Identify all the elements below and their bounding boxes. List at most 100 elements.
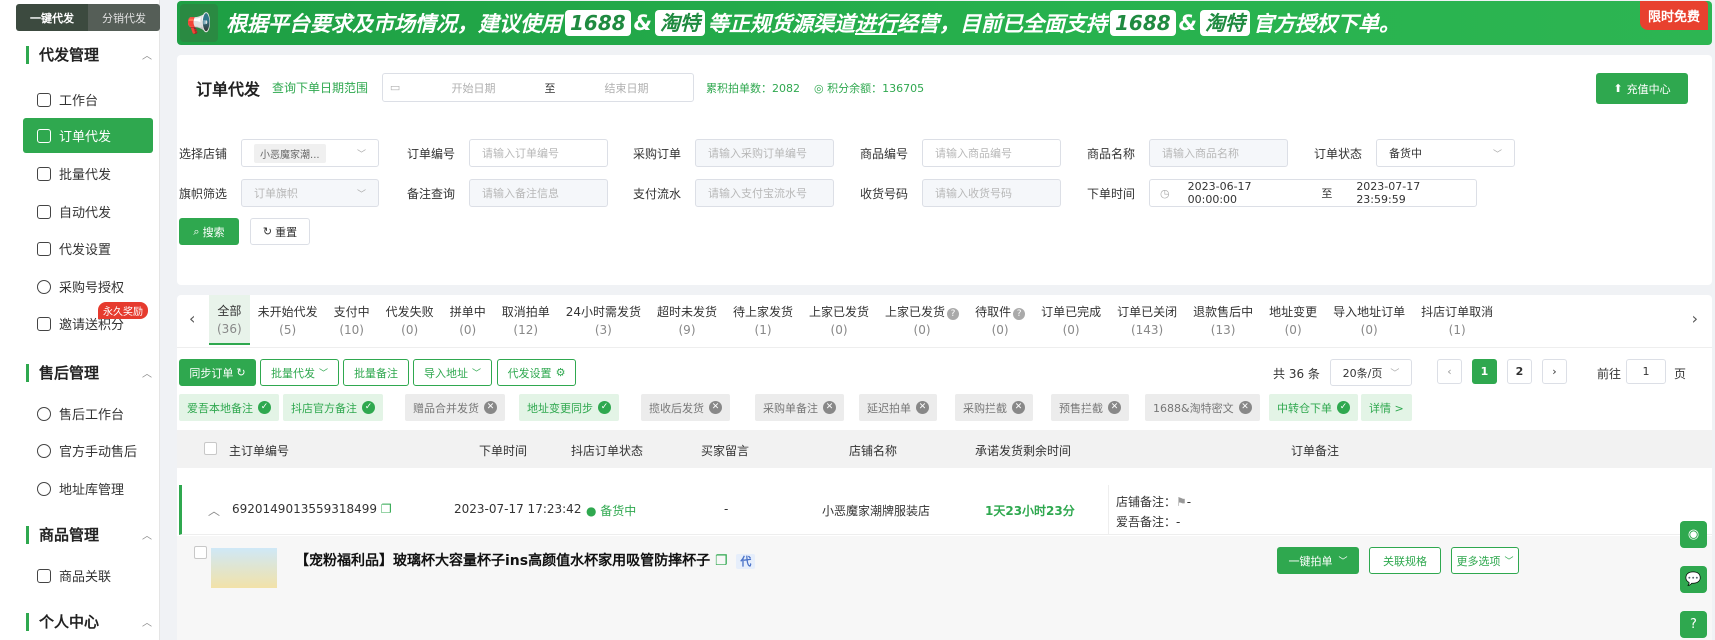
sidebar-item-purchase-auth[interactable]: 采购号授权 bbox=[23, 269, 153, 304]
page-2-button[interactable]: 2 bbox=[1507, 359, 1532, 384]
import-address-button[interactable]: 导入地址 ﹀ bbox=[413, 359, 492, 386]
sidebar-item-order-fulfill[interactable]: 订单代发 bbox=[23, 118, 153, 153]
section-after-sale[interactable]: 售后管理 ︿ bbox=[26, 362, 152, 383]
date-range-picker[interactable]: ▭ 开始日期 至 结束日期 bbox=[382, 73, 695, 102]
filter-chip[interactable]: 揽收后发货 ✕ bbox=[641, 394, 730, 421]
sync-orders-button[interactable]: 同步订单 ↻ bbox=[179, 359, 256, 386]
tab-3[interactable]: 代发失败 (0) bbox=[378, 295, 442, 345]
tab-9[interactable]: 上家已发货 (0) bbox=[801, 295, 877, 345]
product-image[interactable] bbox=[211, 548, 277, 588]
tag-1688: 1688 bbox=[1110, 10, 1176, 36]
prev-page-button[interactable]: ‹ bbox=[1437, 359, 1462, 384]
tab-1[interactable]: 未开始代发 (5) bbox=[250, 295, 326, 345]
link-spec-button[interactable]: 关联规格 bbox=[1369, 547, 1441, 574]
date-range-link[interactable]: 查询下单日期范围 bbox=[272, 79, 368, 96]
tab-8[interactable]: 待上家发货 (1) bbox=[725, 295, 801, 345]
tab-7[interactable]: 超时未发货 (9) bbox=[649, 295, 725, 345]
section-title: 个人中心 bbox=[39, 613, 100, 631]
filter-chip[interactable]: 中转仓下单 ✓ bbox=[1269, 394, 1358, 421]
goto-page-input[interactable]: 1 bbox=[1626, 359, 1666, 384]
col-order-no: 主订单编号 bbox=[229, 444, 290, 458]
chevron-up-icon[interactable]: ︿ bbox=[208, 502, 220, 519]
batch-remark-button[interactable]: 批量备注 bbox=[343, 359, 409, 386]
sidebar-item-goods-link[interactable]: 商品关联 bbox=[23, 558, 153, 593]
goods-no-input[interactable]: 请输入商品编号 bbox=[922, 139, 1062, 167]
tab-10[interactable]: 上家已发货? (0) bbox=[877, 295, 967, 345]
copy-icon[interactable]: ❐ bbox=[381, 502, 392, 516]
purchase-input[interactable]: 请输入采购订单编号 bbox=[695, 139, 835, 167]
chip-label: 采购拦截 bbox=[963, 401, 1007, 415]
tab-count: (0) bbox=[459, 323, 477, 337]
tab-11[interactable]: 待取件? (0) bbox=[967, 295, 1033, 345]
filter-chip[interactable]: 采购拦截 ✕ bbox=[955, 394, 1033, 421]
fulfill-settings-button[interactable]: 代发设置 ⚙ bbox=[497, 359, 576, 386]
sidebar-item-batch[interactable]: 批量代发 bbox=[23, 156, 153, 191]
tab-6[interactable]: 24小时需发货 (3) bbox=[558, 295, 649, 345]
filter-chip[interactable]: 地址变更同步 ✓ bbox=[519, 394, 619, 421]
page-size-select[interactable]: 20条/页 ﹀ bbox=[1330, 359, 1412, 386]
section-fulfillment[interactable]: 代发管理 ︿ bbox=[26, 44, 152, 65]
tab-5[interactable]: 取消拍单 (12) bbox=[494, 295, 558, 345]
filter-chip[interactable]: 1688&淘特密文 ✕ bbox=[1145, 394, 1260, 421]
mode-one-click[interactable]: 一键代发 bbox=[16, 4, 88, 31]
status-select[interactable]: 备货中 ﹀ bbox=[1376, 139, 1516, 167]
filter-chip[interactable]: 预售拦截 ✕ bbox=[1051, 394, 1129, 421]
order-no-input[interactable]: 请输入订单编号 bbox=[469, 139, 609, 167]
more-options-button[interactable]: 更多选项 ﹀ bbox=[1451, 547, 1519, 574]
filter-chip[interactable]: 延迟拍单 ✕ bbox=[859, 394, 937, 421]
filter-chip[interactable]: 采购单备注 ✕ bbox=[755, 394, 844, 421]
question-icon[interactable]: ? bbox=[1013, 308, 1026, 320]
select-all-checkbox[interactable] bbox=[204, 442, 217, 455]
shop-select[interactable]: 小恶魔家潮... ﹀ bbox=[241, 139, 380, 167]
product-checkbox[interactable] bbox=[194, 546, 207, 559]
sidebar-item-aftersale-workbench[interactable]: 售后工作台 bbox=[23, 396, 153, 431]
filter-chip[interactable]: 赠品合并发货 ✕ bbox=[405, 394, 505, 421]
remark-input[interactable]: 请输入备注信息 bbox=[469, 179, 609, 207]
tab-0[interactable]: 全部 (36) bbox=[209, 295, 250, 345]
page-1-button[interactable]: 1 bbox=[1472, 359, 1497, 384]
time-filter: 下单时间 ◷ 2023-06-17 00:00:00 至 2023-07-17 … bbox=[1087, 179, 1478, 207]
tab-2[interactable]: 支付中 (10) bbox=[326, 295, 378, 345]
flag-select[interactable]: 订单旗帜 ﹀ bbox=[241, 179, 380, 207]
tab-label: 导入地址订单 bbox=[1333, 305, 1406, 319]
promo-badge[interactable]: 限时免费 bbox=[1639, 1, 1708, 30]
recharge-button[interactable]: ⬆ 充值中心 bbox=[1596, 73, 1688, 104]
pay-input[interactable]: 请输入支付宝流水号 bbox=[695, 179, 835, 207]
chat-icon[interactable]: 💬 bbox=[1680, 566, 1707, 593]
filter-chip[interactable]: 抖店官方备注 ✓ bbox=[283, 394, 383, 421]
product-title[interactable]: 【宠粉福利品】玻璃杯大容量杯子ins高颜值水杯家用吸管防摔杯子 ❐ 代 bbox=[295, 550, 756, 570]
tab-12[interactable]: 订单已完成 (0) bbox=[1033, 295, 1109, 345]
filter-chip[interactable]: 爱吾本地备注 ✓ bbox=[179, 394, 279, 421]
section-goods[interactable]: 商品管理 ︿ bbox=[26, 524, 152, 545]
tab-16[interactable]: 导入地址订单 (0) bbox=[1325, 295, 1413, 345]
receiver-input[interactable]: 请输入收货号码 bbox=[922, 179, 1062, 207]
mode-distribution[interactable]: 分销代发 bbox=[88, 4, 160, 31]
copy-icon[interactable]: ❐ bbox=[715, 553, 728, 569]
reset-button[interactable]: ↻ 重置 bbox=[250, 218, 310, 245]
flag-icon[interactable]: ⚑ bbox=[1176, 495, 1187, 509]
wechat-icon[interactable]: ◉ bbox=[1680, 521, 1707, 548]
tab-4[interactable]: 拼单中 (0) bbox=[442, 295, 494, 345]
chip-label: 详情 > bbox=[1369, 401, 1404, 415]
goods-name-input[interactable]: 请输入商品名称 bbox=[1149, 139, 1289, 167]
one-click-order-button[interactable]: 一键拍单 ﹀ bbox=[1277, 547, 1359, 574]
next-page-button[interactable]: › bbox=[1542, 359, 1567, 384]
help-icon[interactable]: ? bbox=[1680, 611, 1707, 638]
time-range-picker[interactable]: ◷ 2023-06-17 00:00:00 至 2023-07-17 23:59… bbox=[1149, 179, 1478, 207]
tab-13[interactable]: 订单已关闭 (143) bbox=[1109, 295, 1185, 345]
sidebar-item-address[interactable]: 地址库管理 bbox=[23, 471, 153, 506]
sidebar-item-manual-aftersale[interactable]: 官方手动售后 bbox=[23, 433, 153, 468]
tab-15[interactable]: 地址变更 (0) bbox=[1261, 295, 1325, 345]
question-icon[interactable]: ? bbox=[947, 308, 960, 320]
tab-14[interactable]: 退款售后中 (13) bbox=[1185, 295, 1261, 345]
search-button[interactable]: ⌕ 搜索 bbox=[179, 218, 239, 245]
filter-chip[interactable]: 详情 > bbox=[1361, 394, 1412, 421]
section-personal[interactable]: 个人中心 ︿ bbox=[26, 611, 152, 632]
tabs-next-arrow[interactable]: › bbox=[1681, 309, 1698, 328]
sidebar-item-workbench[interactable]: 工作台 bbox=[23, 82, 153, 117]
sidebar-item-settings[interactable]: 代发设置 bbox=[23, 231, 153, 266]
table-row[interactable]: ︿ 6920149013559318499 ❐ 2023-07-17 17:23… bbox=[179, 485, 1712, 535]
tab-17[interactable]: 抖店订单取消 (1) bbox=[1413, 295, 1501, 345]
sidebar-item-auto[interactable]: 自动代发 bbox=[23, 194, 153, 229]
batch-fulfill-button[interactable]: 批量代发 ﹀ bbox=[260, 359, 339, 386]
